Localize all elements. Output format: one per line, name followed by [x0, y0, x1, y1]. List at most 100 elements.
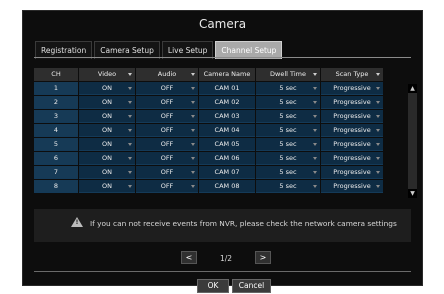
dwell-time-select[interactable]: 5 sec: [256, 166, 320, 179]
dwell-time-select[interactable]: 5 sec: [256, 82, 320, 95]
dwell-time-select-value: 5 sec: [279, 140, 297, 148]
scan-type-select[interactable]: Progressive: [321, 180, 383, 193]
ch-cell: 2: [34, 96, 78, 109]
audio-select[interactable]: OFF: [136, 138, 198, 151]
camera-name-field-value: CAM 01: [214, 84, 240, 92]
audio-select[interactable]: OFF: [136, 124, 198, 137]
chevron-down-icon: [313, 73, 317, 76]
camera-name-field[interactable]: CAM 08: [199, 180, 255, 193]
dwell-time-select-value: 5 sec: [279, 112, 297, 120]
header-dwell-label: Dwell Time: [270, 70, 306, 78]
video-select-value: ON: [102, 154, 112, 162]
video-select[interactable]: ON: [79, 180, 135, 193]
scroll-up-arrow-icon[interactable]: ▲: [408, 84, 417, 93]
scan-type-select[interactable]: Progressive: [321, 96, 383, 109]
video-select[interactable]: ON: [79, 166, 135, 179]
chevron-down-icon: [313, 115, 317, 118]
scan-type-select-value: Progressive: [333, 154, 371, 162]
video-select[interactable]: ON: [79, 96, 135, 109]
next-page-button[interactable]: >: [255, 251, 271, 264]
chevron-down-icon: [191, 171, 195, 174]
header-camera-name: Camera Name: [199, 68, 255, 81]
chevron-down-icon: [128, 73, 132, 76]
camera-name-field-value: CAM 02: [214, 98, 240, 106]
dwell-time-select-value: 5 sec: [279, 154, 297, 162]
dwell-time-select-value: 5 sec: [279, 84, 297, 92]
scan-type-select[interactable]: Progressive: [321, 82, 383, 95]
chevron-down-icon: [128, 129, 132, 132]
scan-type-select-value: Progressive: [333, 84, 371, 92]
audio-select-value: OFF: [160, 112, 174, 120]
ch-cell-value: 3: [53, 112, 59, 120]
ok-button[interactable]: OK: [197, 279, 229, 293]
audio-select[interactable]: OFF: [136, 166, 198, 179]
table-header-row: CH Video Audio Camera Name Dwell Time Sc…: [34, 68, 391, 81]
audio-select-value: OFF: [160, 182, 174, 190]
chevron-down-icon: [128, 185, 132, 188]
chevron-down-icon: [313, 101, 317, 104]
table-row: 3 ON OFF CAM 03 5 sec Progressive: [34, 110, 391, 123]
scan-type-select[interactable]: Progressive: [321, 152, 383, 165]
ch-cell-value: 2: [53, 98, 59, 106]
header-dwell-time[interactable]: Dwell Time: [256, 68, 320, 81]
camera-name-field[interactable]: CAM 06: [199, 152, 255, 165]
dwell-time-select[interactable]: 5 sec: [256, 138, 320, 151]
scan-type-select-value: Progressive: [333, 168, 371, 176]
audio-select[interactable]: OFF: [136, 82, 198, 95]
scan-type-select[interactable]: Progressive: [321, 166, 383, 179]
table-scrollbar[interactable]: ▲ ▼: [408, 84, 417, 198]
dwell-time-select[interactable]: 5 sec: [256, 124, 320, 137]
chevron-down-icon: [376, 185, 380, 188]
camera-name-field[interactable]: CAM 01: [199, 82, 255, 95]
chevron-down-icon: [191, 157, 195, 160]
table-row: 6 ON OFF CAM 06 5 sec Progressive: [34, 152, 391, 165]
chevron-down-icon: [313, 171, 317, 174]
video-select[interactable]: ON: [79, 124, 135, 137]
audio-select-value: OFF: [160, 154, 174, 162]
dwell-time-select-value: 5 sec: [279, 98, 297, 106]
chevron-down-icon: [376, 157, 380, 160]
camera-name-field[interactable]: CAM 02: [199, 96, 255, 109]
dwell-time-select-value: 5 sec: [279, 182, 297, 190]
chevron-down-icon: [313, 129, 317, 132]
scan-type-select[interactable]: Progressive: [321, 110, 383, 123]
camera-name-field-value: CAM 07: [214, 168, 240, 176]
chevron-down-icon: [191, 185, 195, 188]
ch-cell: 1: [34, 82, 78, 95]
chevron-down-icon: [128, 171, 132, 174]
page-indicator: 1/2: [220, 254, 233, 263]
scroll-down-arrow-icon[interactable]: ▼: [408, 189, 417, 198]
video-select-value: ON: [102, 112, 112, 120]
video-select[interactable]: ON: [79, 110, 135, 123]
warning-mark: !: [75, 219, 79, 226]
camera-name-field[interactable]: CAM 05: [199, 138, 255, 151]
scan-type-select[interactable]: Progressive: [321, 124, 383, 137]
scan-type-select[interactable]: Progressive: [321, 138, 383, 151]
ch-cell: 6: [34, 152, 78, 165]
video-select[interactable]: ON: [79, 152, 135, 165]
camera-name-field-value: CAM 03: [214, 112, 240, 120]
audio-select[interactable]: OFF: [136, 152, 198, 165]
dwell-time-select[interactable]: 5 sec: [256, 110, 320, 123]
prev-page-button[interactable]: <: [181, 251, 197, 264]
video-select[interactable]: ON: [79, 138, 135, 151]
table-row: 4 ON OFF CAM 04 5 sec Progressive: [34, 124, 391, 137]
video-select[interactable]: ON: [79, 82, 135, 95]
ch-cell-value: 6: [53, 154, 59, 162]
audio-select[interactable]: OFF: [136, 96, 198, 109]
audio-select-value: OFF: [160, 140, 174, 148]
header-scan-type[interactable]: Scan Type: [321, 68, 383, 81]
dwell-time-select[interactable]: 5 sec: [256, 96, 320, 109]
dwell-time-select[interactable]: 5 sec: [256, 180, 320, 193]
camera-name-field[interactable]: CAM 07: [199, 166, 255, 179]
camera-name-field[interactable]: CAM 03: [199, 110, 255, 123]
audio-select[interactable]: OFF: [136, 110, 198, 123]
scan-type-select-value: Progressive: [333, 140, 371, 148]
camera-name-field[interactable]: CAM 04: [199, 124, 255, 137]
audio-select[interactable]: OFF: [136, 180, 198, 193]
header-video[interactable]: Video: [79, 68, 135, 81]
header-audio[interactable]: Audio: [136, 68, 198, 81]
chevron-down-icon: [376, 129, 380, 132]
cancel-button[interactable]: Cancel: [232, 279, 271, 293]
dwell-time-select[interactable]: 5 sec: [256, 152, 320, 165]
